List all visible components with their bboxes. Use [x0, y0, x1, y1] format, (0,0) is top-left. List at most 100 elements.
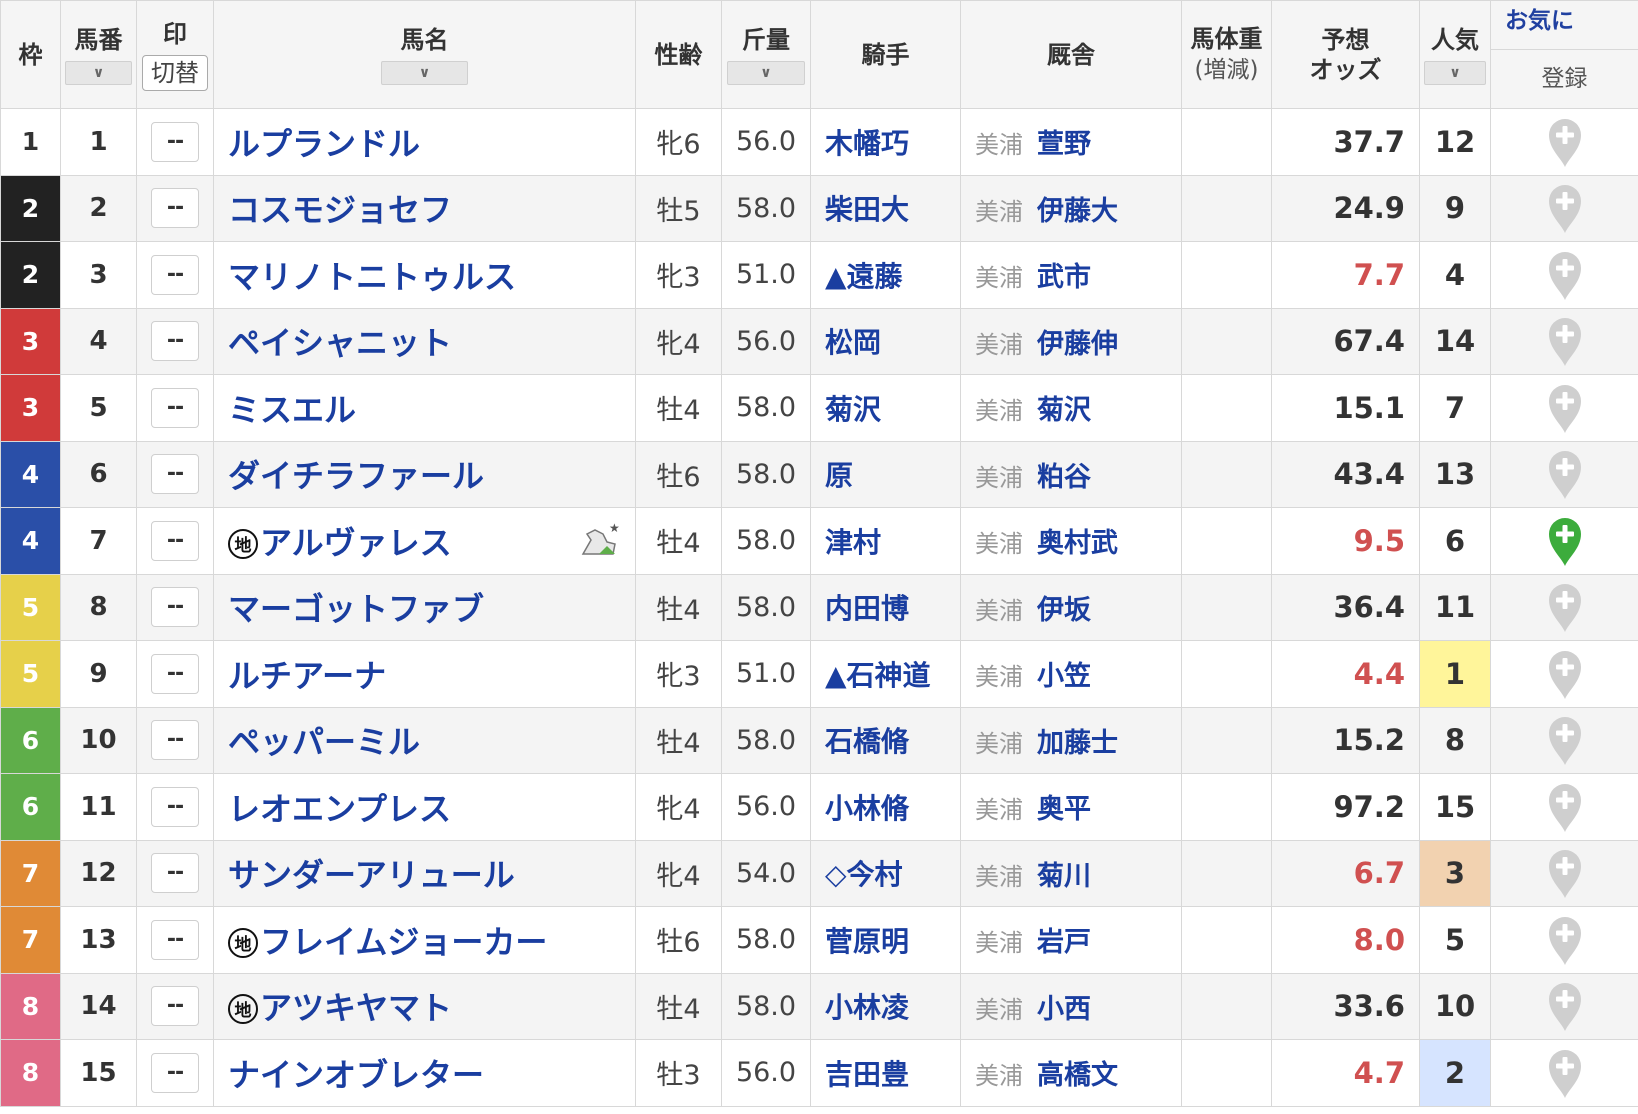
add-favorite-pin-icon[interactable] — [1546, 847, 1584, 899]
horse-name-link[interactable]: ペッパーミル — [228, 723, 420, 761]
trainer-link[interactable]: 伊藤大 — [1037, 196, 1118, 227]
jockey-link[interactable]: 小林脩 — [825, 792, 909, 825]
header-kinryo[interactable]: 斤量 ∨ — [721, 0, 811, 109]
horse-name-link[interactable]: コスモジョセフ — [228, 191, 452, 229]
sex-age-cell: 牡4 — [635, 507, 722, 575]
kinryo: 56.0 — [735, 791, 797, 823]
trainer-link[interactable]: 岩戸 — [1037, 927, 1091, 958]
horse-name-link[interactable]: ミスエル — [228, 391, 356, 429]
mark-select-button[interactable]: -- — [151, 321, 199, 362]
trainer-link[interactable]: 加藤士 — [1037, 728, 1118, 759]
jockey-link[interactable]: 石橋脩 — [825, 725, 909, 758]
trainer-link[interactable]: 奥村武 — [1037, 528, 1118, 559]
jockey-link[interactable]: 内田博 — [825, 592, 909, 625]
trainer-link[interactable]: 伊坂 — [1037, 595, 1091, 626]
jockey-link[interactable]: 菅原明 — [825, 925, 909, 958]
popularity-cell: 2 — [1419, 1039, 1491, 1107]
horse-name-link[interactable]: レオエンプレス — [228, 790, 451, 828]
weight-cell — [1181, 108, 1272, 176]
umaban-number: 8 — [89, 592, 108, 623]
horse-name-link[interactable]: ナインオブレター — [228, 1056, 484, 1094]
trainer-link[interactable]: 菊沢 — [1037, 395, 1091, 426]
horse-name-link[interactable]: サンダーアリュール — [228, 856, 515, 894]
mark-select-button[interactable]: -- — [151, 720, 199, 761]
trainer-link[interactable]: 武市 — [1037, 262, 1091, 293]
jockey-link[interactable]: 木幡巧 — [825, 127, 909, 160]
trainer-link[interactable]: 萱野 — [1037, 129, 1091, 160]
sort-pop-button[interactable]: ∨ — [1423, 60, 1487, 85]
trainer-link[interactable]: 粕谷 — [1037, 462, 1091, 493]
trainer-link[interactable]: 奥平 — [1037, 794, 1091, 825]
kinryo-cell: 58.0 — [721, 573, 811, 641]
horse-name-link[interactable]: フレイムジョーカー — [260, 923, 547, 961]
horse-name-link[interactable]: ルチアーナ — [228, 657, 386, 695]
jockey-link[interactable]: 小林凌 — [825, 991, 909, 1024]
add-favorite-pin-icon[interactable] — [1546, 249, 1584, 301]
horse-name-link[interactable]: ペイシャニット — [228, 324, 452, 362]
trainer-link[interactable]: 伊藤伸 — [1037, 329, 1118, 360]
mark-select-button[interactable]: -- — [151, 454, 199, 495]
add-favorite-pin-icon[interactable] — [1546, 914, 1584, 966]
add-favorite-pin-icon[interactable] — [1546, 714, 1584, 766]
trainer-link[interactable]: 菊川 — [1037, 861, 1091, 892]
horse-name-link[interactable]: ルプランドル — [228, 125, 420, 163]
add-favorite-pin-icon[interactable] — [1546, 781, 1584, 833]
mark-select-button[interactable]: -- — [151, 587, 199, 628]
jockey-link[interactable]: 吉田豊 — [825, 1058, 909, 1091]
mark-select-button[interactable]: -- — [151, 254, 199, 295]
add-favorite-pin-icon[interactable] — [1546, 581, 1584, 633]
mark-toggle-button[interactable]: 切替 — [142, 54, 208, 91]
trainer-link[interactable]: 高橋文 — [1037, 1060, 1118, 1091]
header-pop[interactable]: 人気 ∨ — [1419, 0, 1491, 109]
mark-select-button[interactable]: -- — [151, 919, 199, 960]
jockey-link[interactable]: 松岡 — [825, 326, 881, 359]
sex-age-cell: 牡6 — [635, 906, 722, 974]
horse-name-link[interactable]: ダイチラファール — [228, 457, 484, 495]
jockey-link[interactable]: 津村 — [825, 526, 881, 559]
trainer-link[interactable]: 小西 — [1037, 994, 1091, 1025]
mark-select-button[interactable]: -- — [151, 653, 199, 694]
jockey-link[interactable]: ▲遠藤 — [825, 260, 903, 293]
add-favorite-pin-icon[interactable] — [1546, 1047, 1584, 1099]
mark-select-button[interactable]: -- — [151, 986, 199, 1027]
mark-select-button[interactable]: -- — [151, 121, 199, 162]
add-favorite-pin-icon[interactable] — [1546, 515, 1584, 567]
mark-select-button[interactable]: -- — [151, 387, 199, 428]
mark-select-button[interactable]: -- — [151, 520, 199, 561]
add-favorite-pin-icon[interactable] — [1546, 315, 1584, 367]
sort-umaban-button[interactable]: ∨ — [65, 60, 132, 85]
add-favorite-pin-icon[interactable] — [1546, 116, 1584, 168]
horse-name-cell: ダイチラファール — [213, 440, 636, 508]
stable-cell: 美浦 高橋文 — [960, 1039, 1182, 1107]
add-favorite-pin-icon[interactable] — [1546, 382, 1584, 434]
horse-name-link[interactable]: マリノトニトゥルス — [228, 258, 516, 296]
add-favorite-pin-icon[interactable] — [1546, 648, 1584, 700]
mark-select-button[interactable]: -- — [151, 786, 199, 827]
jockey-link[interactable]: 柴田大 — [825, 193, 909, 226]
mark-cell: -- — [136, 374, 214, 442]
jockey-link[interactable]: ▲石神道 — [825, 659, 931, 692]
sort-name-button[interactable]: ∨ — [381, 60, 468, 85]
mark-select-button[interactable]: -- — [151, 188, 199, 229]
jockey-cell: 内田博 — [810, 573, 961, 641]
umaban-cell: 2 — [60, 174, 137, 242]
jockey-link[interactable]: 原 — [825, 459, 853, 492]
horse-name-link[interactable]: マーゴットファブ — [228, 590, 484, 628]
horse-name-link[interactable]: アツキヤマト — [260, 989, 452, 1027]
add-favorite-pin-icon[interactable] — [1546, 448, 1584, 500]
jockey-link[interactable]: ◇今村 — [825, 858, 903, 891]
mark-select-button[interactable]: -- — [151, 853, 199, 894]
trainer-link[interactable]: 小笠 — [1037, 661, 1091, 692]
mark-select-button[interactable]: -- — [151, 1052, 199, 1093]
header-name[interactable]: 馬名 ∨ — [213, 0, 636, 109]
header-umaban[interactable]: 馬番 ∨ — [60, 0, 137, 109]
table-row: 8 15 -- ナインオブレター 牡3 56.0 吉田豊 美浦 高橋文 4.7 2 — [0, 1039, 1638, 1107]
horse-name-cell: ナインオブレター — [213, 1039, 636, 1107]
add-favorite-pin-icon[interactable] — [1546, 980, 1584, 1032]
horse-name-link[interactable]: アルヴァレス — [260, 524, 452, 562]
jockey-cell: 木幡巧 — [810, 108, 961, 176]
add-favorite-pin-icon[interactable] — [1546, 182, 1584, 234]
sort-kinryo-button[interactable]: ∨ — [727, 60, 805, 85]
waku-cell: 2 — [0, 174, 61, 242]
jockey-link[interactable]: 菊沢 — [825, 393, 881, 426]
